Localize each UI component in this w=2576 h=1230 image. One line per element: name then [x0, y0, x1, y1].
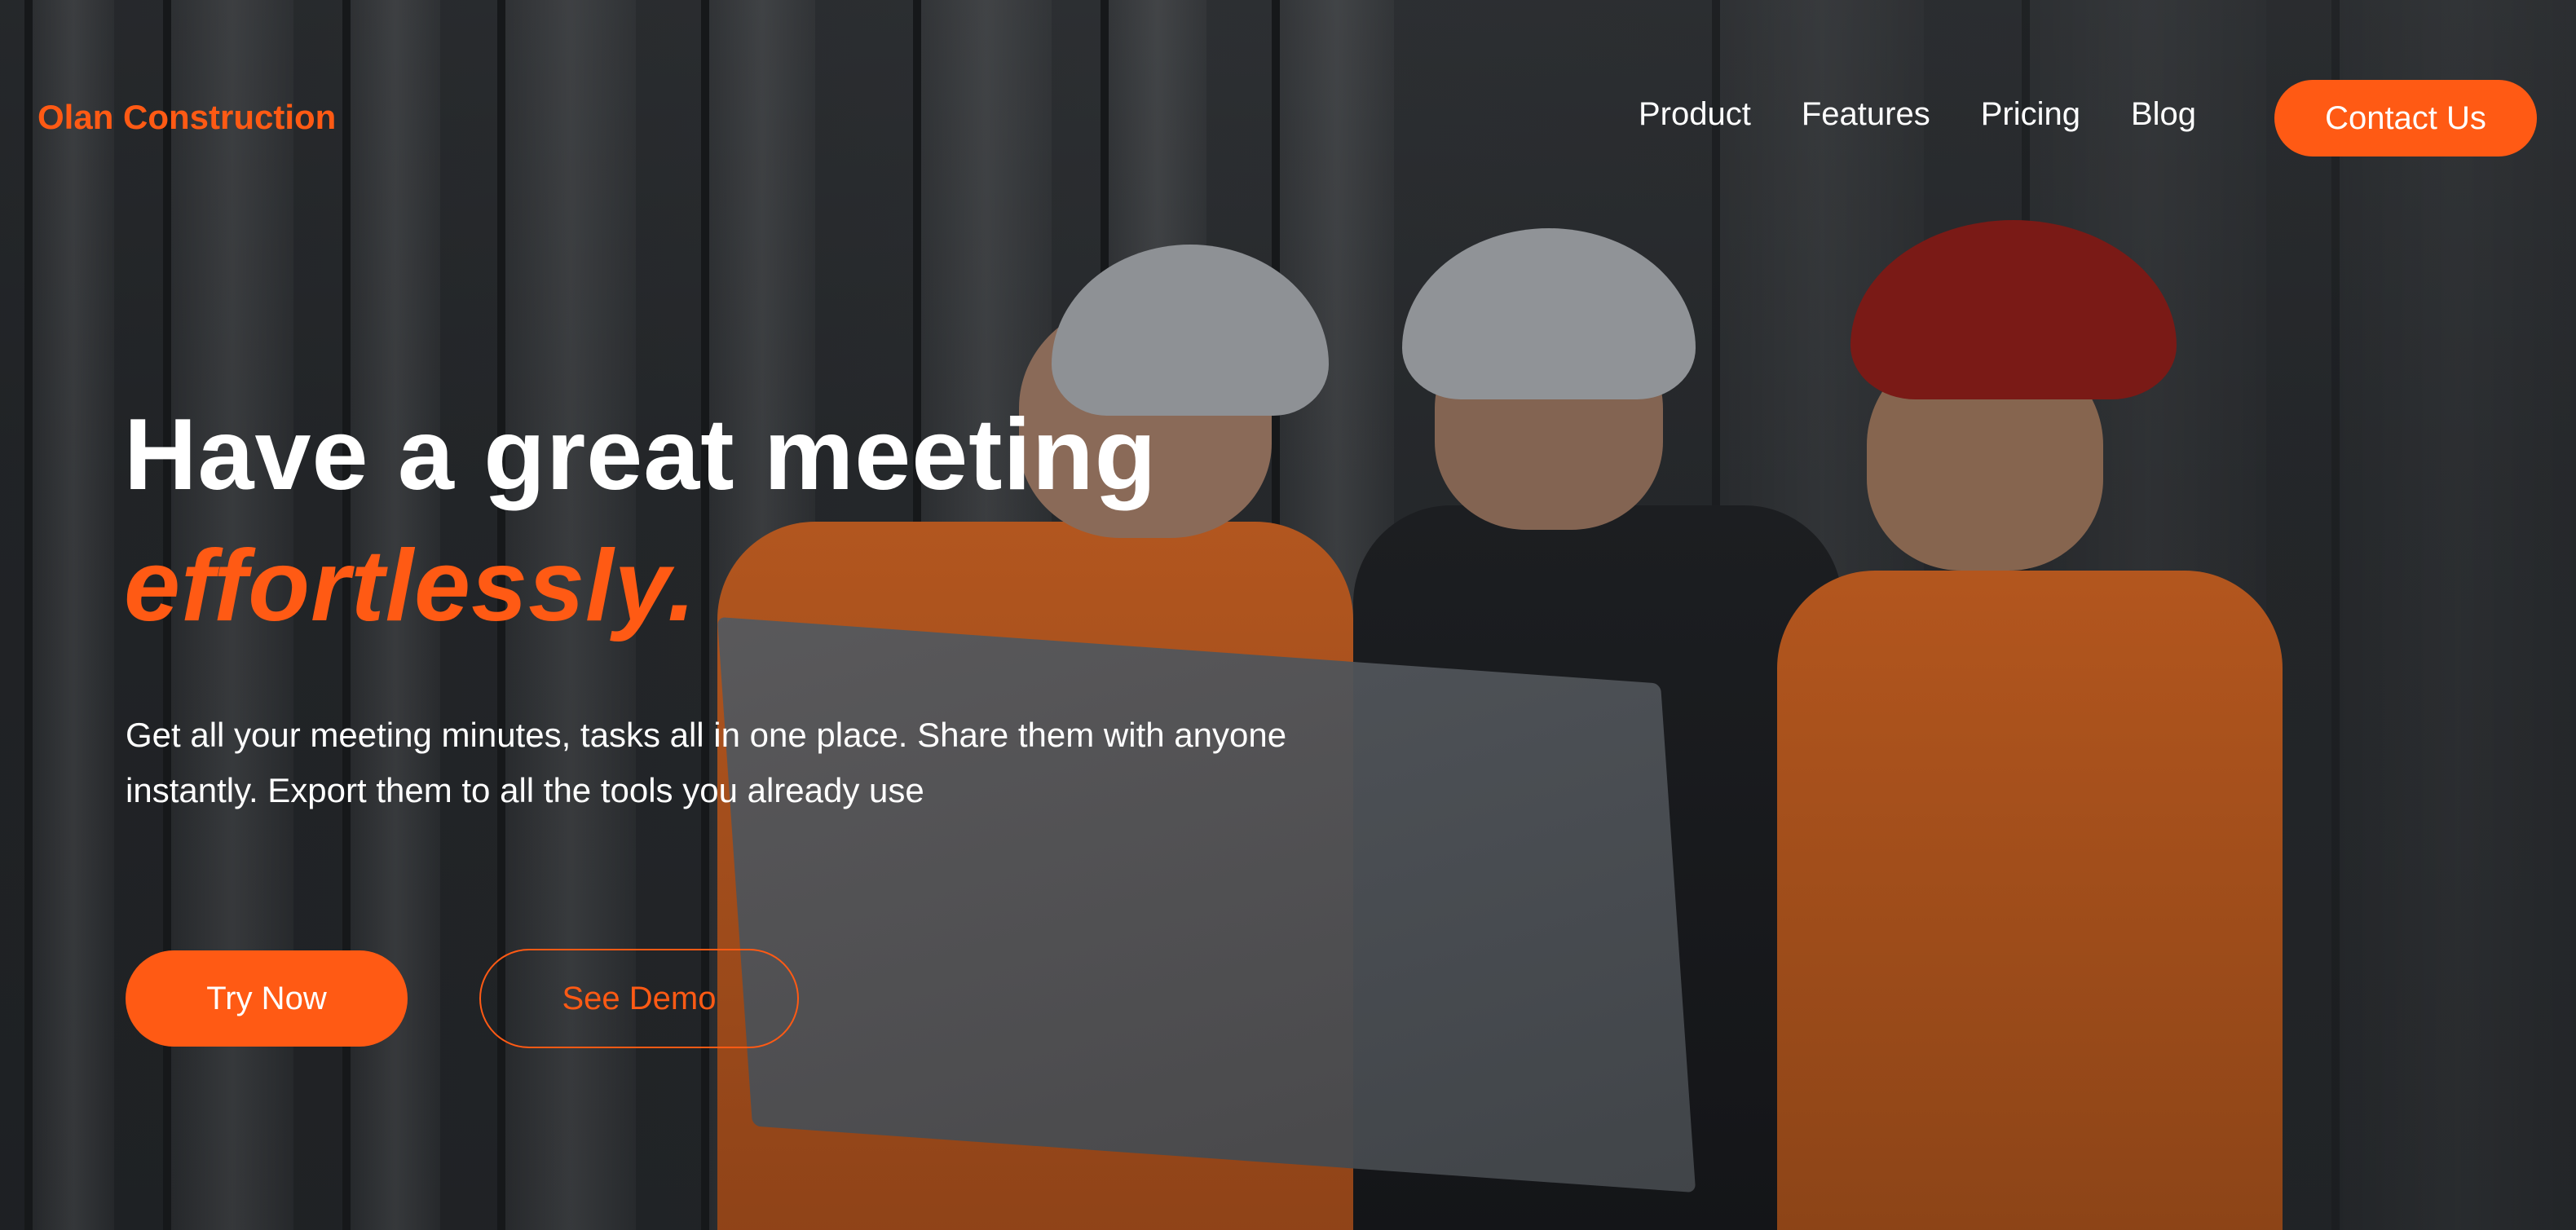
try-now-button[interactable]: Try Now — [126, 950, 408, 1047]
nav-links: Product Features Pricing Blog — [1639, 96, 2196, 133]
see-demo-button[interactable]: See Demo — [479, 949, 799, 1048]
nav-link-features[interactable]: Features — [1802, 96, 1930, 133]
blueprint-sheet — [717, 616, 1696, 1193]
hero-title: Have a great meeting effortlessly. — [124, 390, 1157, 652]
nav-link-product[interactable]: Product — [1639, 96, 1751, 133]
hero-title-highlight: effortlessly. — [124, 530, 697, 643]
hero-title-line1: Have a great meeting — [124, 399, 1158, 511]
top-navbar: Olan Construction Product Features Prici… — [0, 0, 2576, 236]
nav-link-pricing[interactable]: Pricing — [1981, 96, 2080, 133]
brand-logo[interactable]: Olan Construction — [37, 98, 336, 137]
hero-subtitle: Get all your meeting minutes, tasks all … — [126, 716, 1287, 809]
nav-link-blog[interactable]: Blog — [2131, 96, 2196, 133]
contact-us-button[interactable]: Contact Us — [2274, 80, 2537, 157]
